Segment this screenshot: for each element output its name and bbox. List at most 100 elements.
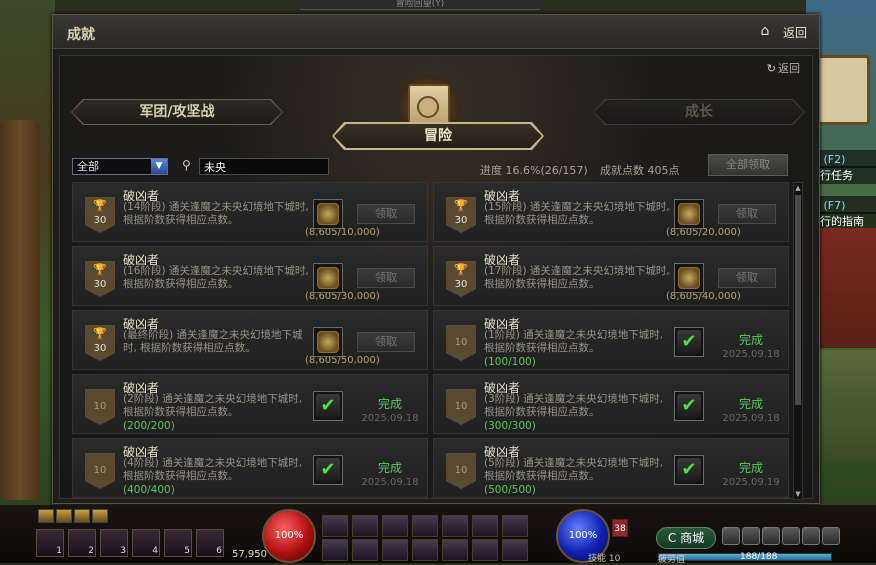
claim-button[interactable]: 领取: [357, 268, 415, 288]
badge-points: 30: [454, 279, 468, 290]
achievement-points: 成就点数 405点: [600, 164, 680, 177]
reward-icon: ✔: [313, 455, 343, 485]
badge-points: 10: [93, 401, 107, 412]
badge-points: 30: [93, 215, 107, 226]
reward-icon[interactable]: [313, 199, 343, 229]
skill-slot[interactable]: [412, 539, 438, 561]
sub-back-button[interactable]: ↻ 返回: [767, 60, 800, 76]
achievement-count: (400/400): [123, 484, 175, 496]
window-title: 成就: [67, 27, 95, 43]
badge-points: 30: [93, 279, 107, 290]
trophy-icon: 🏆: [454, 199, 468, 212]
skill-slot[interactable]: [442, 539, 468, 561]
skill-slot[interactable]: [352, 515, 378, 537]
slot-number: 4: [152, 546, 158, 556]
skill-slot[interactable]: [352, 539, 378, 561]
menu-character-icon[interactable]: [762, 527, 780, 545]
claim-button[interactable]: 领取: [357, 332, 415, 352]
skill-slot[interactable]: [442, 515, 468, 537]
tab-adventure[interactable]: 冒险: [334, 124, 542, 148]
claim-button[interactable]: 领取: [718, 268, 776, 288]
scroll-up-icon[interactable]: ▲: [794, 183, 802, 193]
claim-button[interactable]: 领取: [357, 204, 415, 224]
quick-slot[interactable]: 5: [164, 529, 192, 557]
achievement-card: 10 破凶者 (2阶段) 通关逢魔之未央幻境地下城时, 根据阶数获得相应点数。 …: [72, 374, 428, 434]
achievement-desc: (4阶段) 通关逢魔之未央幻境地下城时, 根据阶数获得相应点数。: [123, 457, 303, 482]
shop-button[interactable]: C 商城: [656, 527, 716, 549]
menu-skill-icon[interactable]: [782, 527, 800, 545]
badge-points: 30: [454, 215, 468, 226]
completed-label: 完成: [377, 397, 402, 411]
search-input[interactable]: [199, 158, 329, 175]
tab-growth[interactable]: 成长: [594, 100, 804, 124]
fatigue-label: 疲劳值: [658, 555, 686, 565]
quick-slots: 1 2 3 4 5 6: [36, 529, 226, 559]
reward-emblem-icon: [317, 203, 339, 225]
achievement-count: (200/200): [123, 420, 175, 432]
reward-emblem-icon: [678, 203, 700, 225]
completed-label: 完成: [738, 397, 763, 411]
chevron-down-icon[interactable]: ▼: [151, 159, 167, 174]
tab-military-siege[interactable]: 军团/攻坚战: [72, 100, 282, 124]
achievement-panel: ↻返回 军团/攻坚战 成长 冒险 全部 ▼ ⚲ 进度 16.6%(26/157)…: [59, 55, 813, 500]
trophy-icon: 🏆: [93, 199, 107, 212]
menu-grid-icon[interactable]: [722, 527, 740, 545]
buff-icon[interactable]: [38, 509, 54, 523]
quick-slot[interactable]: 1: [36, 529, 64, 557]
badge-points: 10: [93, 465, 107, 476]
buff-icon[interactable]: [92, 509, 108, 523]
points-badge: 🏆 30: [85, 325, 115, 361]
home-icon[interactable]: ⌂: [757, 23, 773, 39]
skill-slot[interactable]: [322, 515, 348, 537]
skill-points: 技能 10: [588, 551, 620, 564]
reward-icon[interactable]: [674, 199, 704, 229]
menu-settings-icon[interactable]: [822, 527, 840, 545]
slot-number: 1: [56, 546, 62, 556]
points-badge: 🏆 30: [446, 261, 476, 297]
quick-slot[interactable]: 4: [132, 529, 160, 557]
scroll-down-icon[interactable]: ▼: [794, 489, 802, 499]
quick-slot[interactable]: 3: [100, 529, 128, 557]
fatigue-value: 188/188: [740, 552, 778, 562]
category-filter-select[interactable]: 全部 ▼: [72, 158, 168, 175]
reward-icon[interactable]: [313, 327, 343, 357]
list-scrollbar[interactable]: ▲ ▼: [793, 182, 803, 500]
top-title-bar: 冒险回望(Y): [300, 0, 540, 10]
buff-icon[interactable]: [74, 509, 90, 523]
checkmark-icon: ✔: [677, 394, 701, 418]
badge-points: 10: [454, 337, 468, 348]
quick-slot[interactable]: 2: [68, 529, 96, 557]
back-button[interactable]: 返回: [783, 24, 807, 41]
reward-icon[interactable]: [313, 263, 343, 293]
skill-slot[interactable]: [382, 515, 408, 537]
achievement-desc: (17阶段) 通关逢魔之未央幻境地下城时, 根据阶数获得相应点数。: [484, 265, 670, 290]
points-badge: 🏆 30: [85, 197, 115, 233]
skill-slot[interactable]: [472, 539, 498, 561]
reward-icon[interactable]: [674, 263, 704, 293]
checkmark-icon: ✔: [316, 458, 340, 482]
skill-slot[interactable]: [472, 515, 498, 537]
skill-slot[interactable]: [322, 539, 348, 561]
menu-quest-icon[interactable]: [802, 527, 820, 545]
achievement-count: (100/100): [484, 356, 536, 368]
sub-back-label: 返回: [778, 62, 800, 75]
achievement-desc: (5阶段) 通关逢魔之未央幻境地下城时, 根据阶数获得相应点数。: [484, 457, 664, 482]
reward-icon: ✔: [674, 455, 704, 485]
skill-slot[interactable]: [502, 515, 528, 537]
badge-points: 10: [454, 401, 468, 412]
completed-label: 完成: [377, 461, 402, 475]
claim-button[interactable]: 领取: [718, 204, 776, 224]
checkmark-icon: ✔: [677, 330, 701, 354]
claim-all-button[interactable]: 全部领取: [708, 154, 788, 176]
completed-date: 2025.09.18: [722, 349, 780, 360]
buff-icon[interactable]: [56, 509, 72, 523]
quick-slot[interactable]: 6: [196, 529, 224, 557]
scroll-thumb[interactable]: [795, 195, 801, 405]
game-background-left: [0, 0, 55, 563]
skill-slot[interactable]: [502, 539, 528, 561]
points-badge: 🏆 30: [85, 261, 115, 297]
menu-bag-icon[interactable]: [742, 527, 760, 545]
shop-label: 商城: [680, 531, 705, 545]
skill-slot[interactable]: [412, 515, 438, 537]
skill-slot[interactable]: [382, 539, 408, 561]
